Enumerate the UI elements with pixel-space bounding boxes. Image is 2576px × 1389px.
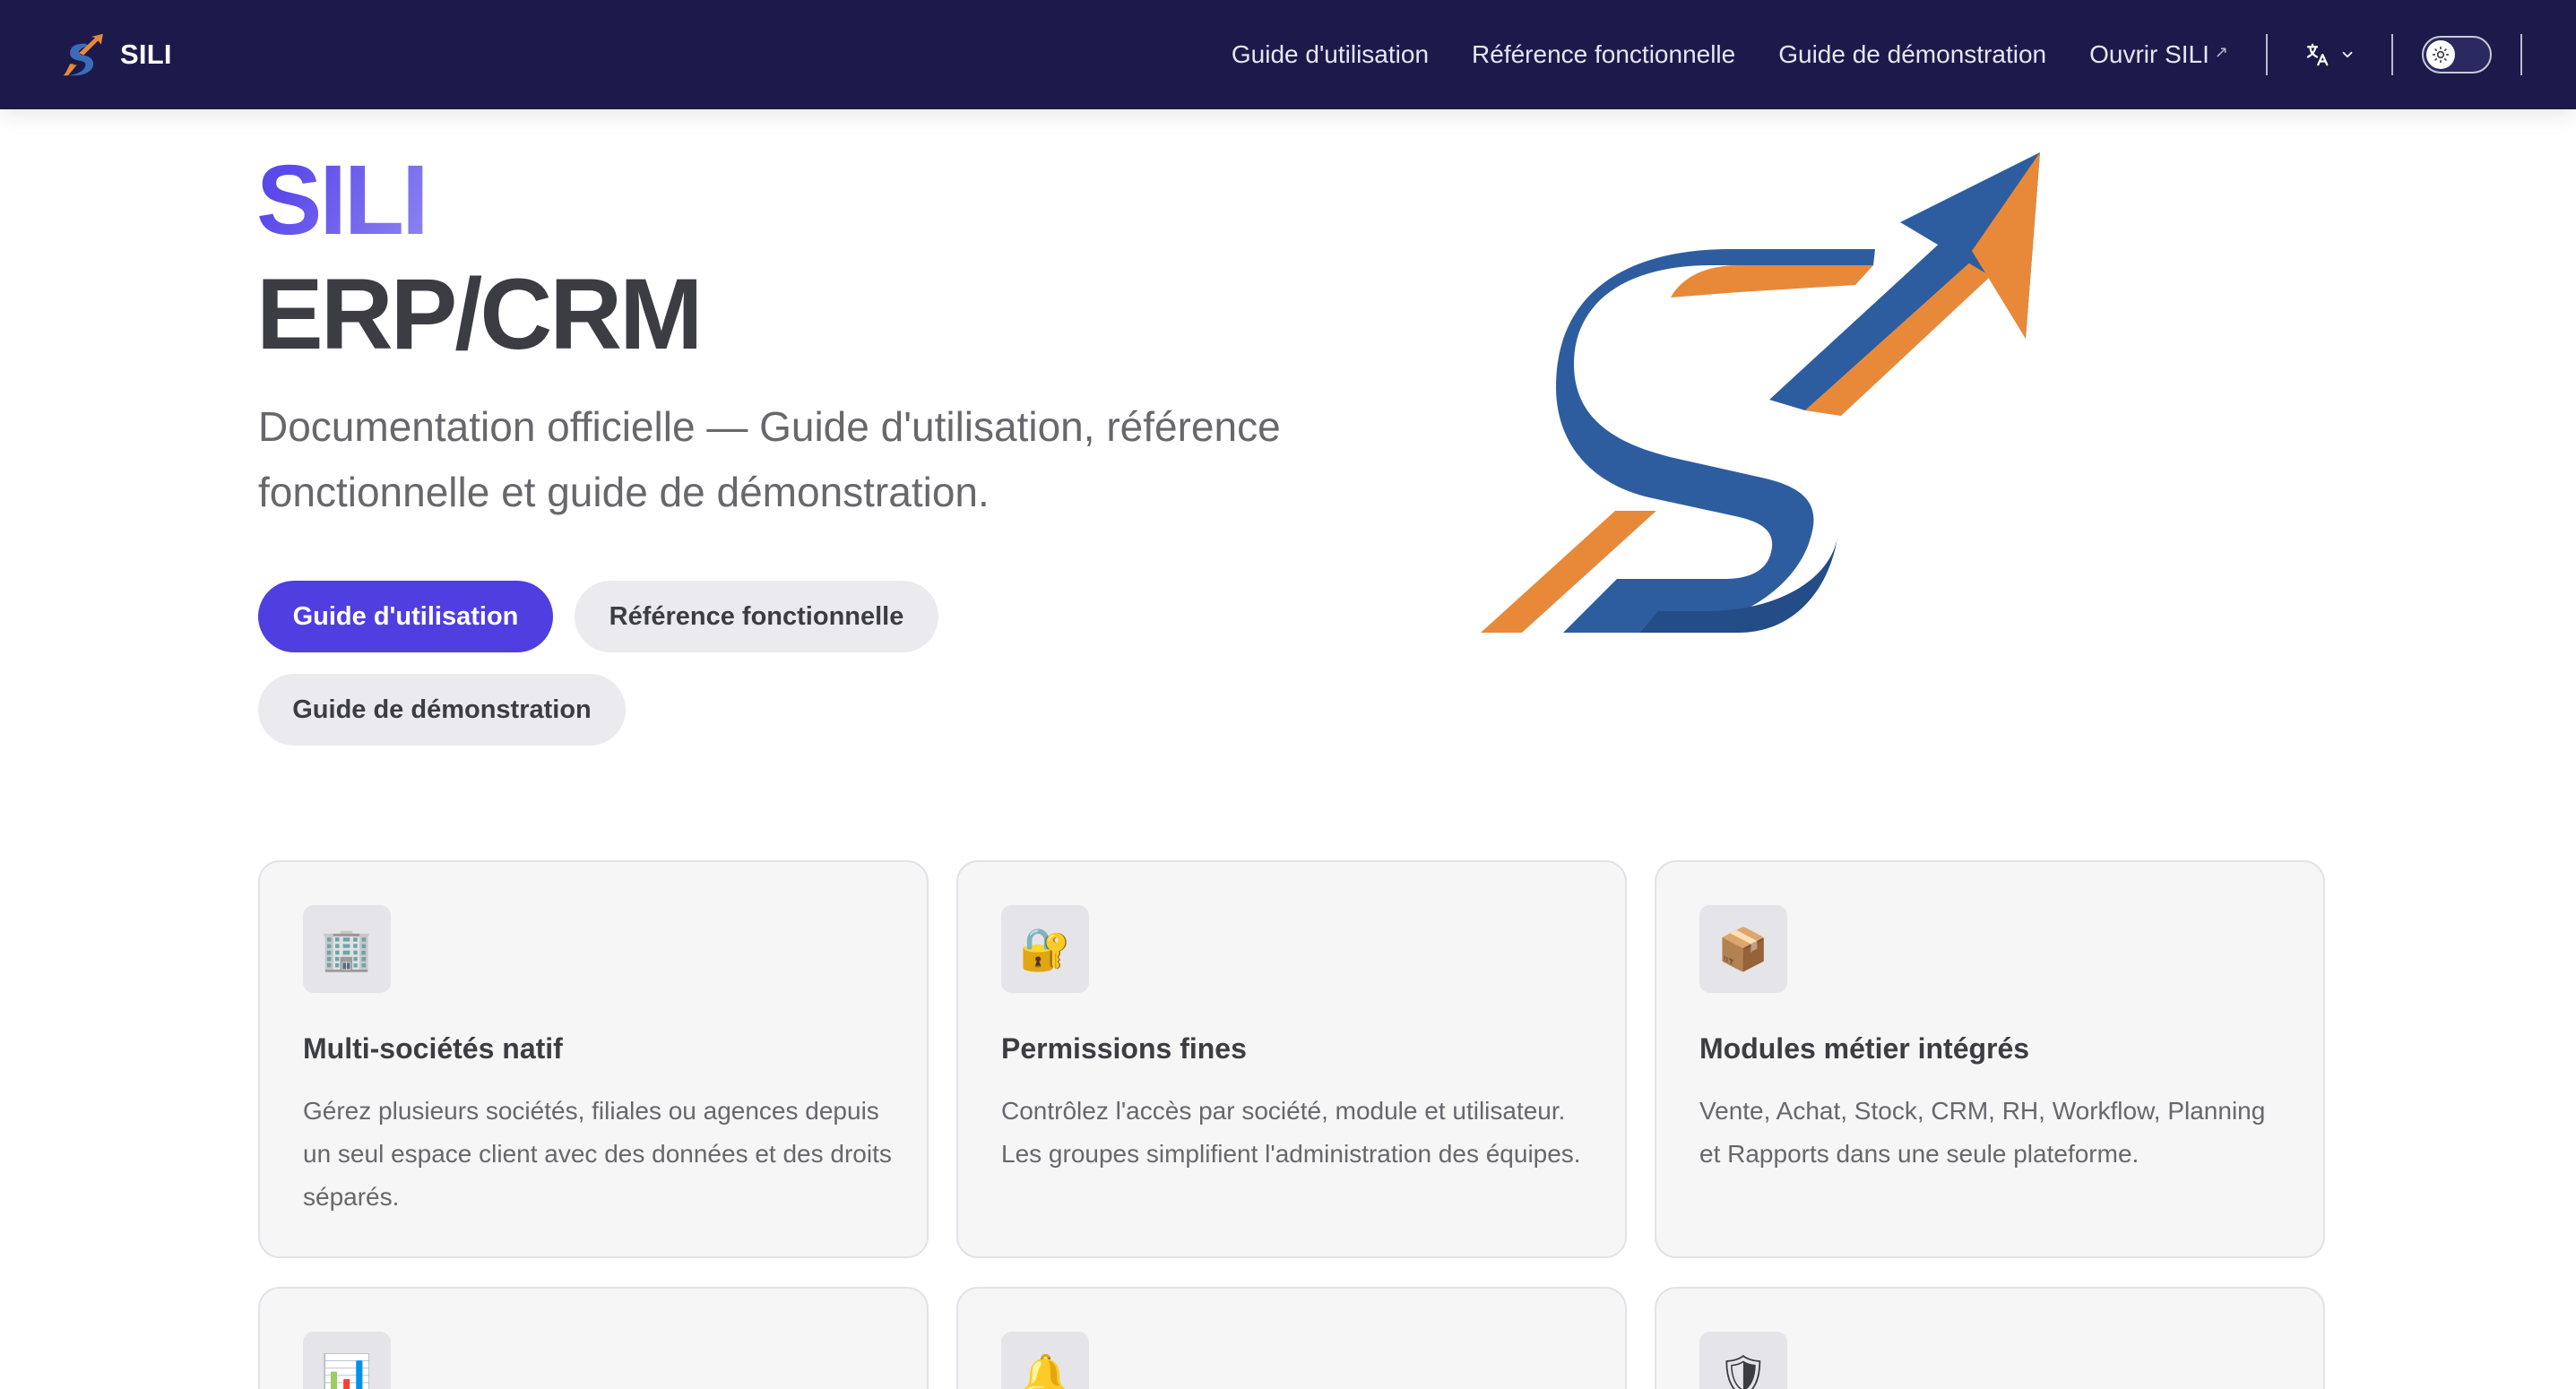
feature-card-reports: 📊 [258,1287,929,1389]
language-switcher[interactable] [2304,41,2356,68]
nav-divider [2520,34,2522,75]
hero-logo-image [1481,152,2040,633]
brand-link[interactable]: SILI [56,0,172,109]
nav-divider [2266,34,2268,75]
lock-with-key-icon: 🔐 [1001,905,1089,993]
hero-action-guide-utilisation[interactable]: Guide d'utilisation [258,581,553,652]
bell-icon: 🔔 [1001,1332,1089,1389]
feature-card-security: 🛡 [1655,1287,2325,1389]
shield-icon: 🛡 [1699,1332,1787,1389]
feature-details: Contrôlez l'accès par société, module et… [1001,1097,1581,1168]
theme-toggle[interactable] [2422,36,2492,73]
feature-title: Modules métier intégrés [1699,1032,2030,1065]
nav-link-guide-demonstration[interactable]: Guide de démonstration [1778,40,2046,69]
feature-title: Permissions fines [1001,1032,1247,1065]
nav-link-guide-utilisation[interactable]: Guide d'utilisation [1232,40,1429,69]
nav-link-ouvrir-sili[interactable]: Ouvrir SILI ↗ [2089,40,2228,69]
sun-icon [2432,46,2450,64]
nav-link-reference-fonctionnelle[interactable]: Référence fonctionnelle [1472,40,1735,69]
chevron-down-icon [2342,51,2353,58]
feature-details: Gérez plusieurs sociétés, filiales ou ag… [303,1097,892,1211]
hero-action-reference-fonctionnelle[interactable]: Référence fonctionnelle [575,581,938,652]
feature-title: Multi-sociétés natif [303,1032,563,1065]
package-icon: 📦 [1699,905,1787,993]
feature-card-permissions: 🔐 Permissions fines Contrôlez l'accès pa… [956,860,1627,1258]
hero-tagline: Documentation officielle — Guide d'utili… [258,403,1281,515]
feature-card-notifications: 🔔 [956,1287,1627,1389]
nav-menu: Guide d'utilisation Référence fonctionne… [1189,0,2576,109]
hero-name: SILI [256,145,429,255]
arrow-up-right-icon: ↗ [2214,43,2228,61]
bar-chart-icon: 📊 [303,1332,391,1389]
hero-text: ERP/CRM [256,258,703,370]
hero-action-guide-demonstration[interactable]: Guide de démonstration [258,674,626,746]
feature-details: Vente, Achat, Stock, CRM, RH, Workflow, … [1699,1097,2266,1168]
sili-logo-icon [63,33,103,76]
translate-icon [2306,43,2329,66]
nav-link-ouvrir-sili-label: Ouvrir SILI [2089,40,2209,68]
feature-card-multi-societes: 🏢 Multi-sociétés natif Gérez plusieurs s… [258,860,929,1258]
nav-divider [2391,34,2393,75]
brand-title: SILI [120,39,172,70]
theme-toggle-knob [2426,40,2455,69]
top-navbar: SILI Guide d'utilisation Référence fonct… [0,0,2576,109]
feature-card-modules: 📦 Modules métier intégrés Vente, Achat, … [1655,860,2325,1258]
office-building-icon: 🏢 [303,905,391,993]
